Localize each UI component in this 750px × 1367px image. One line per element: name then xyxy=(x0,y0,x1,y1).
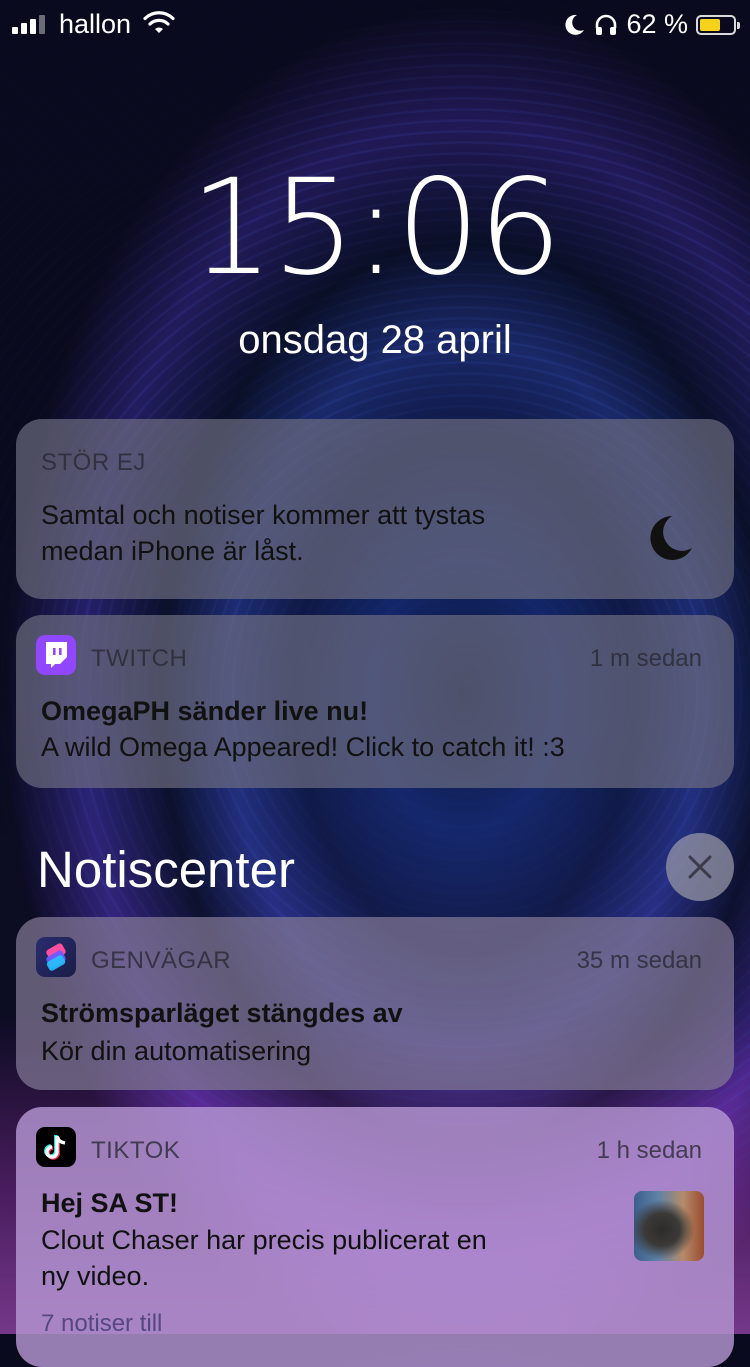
notification-body-line1: Clout Chaser har precis publicerat en xyxy=(41,1225,487,1255)
dnd-body-line2: medan iPhone är låst. xyxy=(41,536,304,566)
notification-body: Clout Chaser har precis publicerat en ny… xyxy=(41,1222,487,1294)
notification-time: 35 m sedan xyxy=(576,947,702,974)
notification-twitch[interactable]: TWITCH 1 m sedan OmegaPH sänder live nu!… xyxy=(16,615,734,788)
lock-screen-date: onsdag 28 april xyxy=(238,318,512,362)
twitch-icon xyxy=(36,635,76,675)
battery-percent: 62 % xyxy=(626,9,688,39)
notification-body: A wild Omega Appeared! Click to catch it… xyxy=(41,732,565,762)
clear-notifications-button[interactable] xyxy=(666,833,734,901)
notification-title: Strömsparläget stängdes av xyxy=(41,998,403,1028)
status-bar: hallon 62 % xyxy=(0,0,750,50)
notification-title: Hej SA ST! xyxy=(41,1188,179,1218)
notification-time: 1 h sedan xyxy=(596,1137,702,1164)
do-not-disturb-card[interactable]: STÖR EJ Samtal och notiser kommer att ty… xyxy=(16,419,734,599)
moon-icon xyxy=(565,14,585,35)
notification-genvagar[interactable]: GENVÄGAR 35 m sedan Strömsparläget stäng… xyxy=(16,917,734,1090)
notification-body: Kör din automatisering xyxy=(41,1036,312,1066)
notification-app-name: TWITCH xyxy=(91,645,188,672)
notification-center-title: Notiscenter xyxy=(37,841,295,898)
tiktok-icon xyxy=(36,1127,76,1167)
notification-time: 1 m sedan xyxy=(589,645,702,672)
dnd-body: Samtal och notiser kommer att tystas med… xyxy=(41,497,485,569)
dnd-label: STÖR EJ xyxy=(41,449,146,476)
notification-tiktok[interactable]: TIKTOK 1 h sedan Hej SA ST! Clout Chaser… xyxy=(16,1107,734,1367)
notification-app-name: TIKTOK xyxy=(91,1137,181,1164)
close-icon xyxy=(688,855,712,879)
battery-icon xyxy=(696,14,740,35)
signal-icon xyxy=(12,14,45,34)
shortcuts-icon xyxy=(36,937,76,977)
notification-body-line2: ny video. xyxy=(41,1261,150,1291)
notification-title: OmegaPH sänder live nu! xyxy=(41,696,369,726)
video-thumbnail xyxy=(634,1191,704,1261)
carrier-name: hallon xyxy=(59,9,132,39)
dnd-body-line1: Samtal och notiser kommer att tystas xyxy=(41,500,486,530)
battery-level-fill xyxy=(700,18,720,31)
lock-screen-time: 15:06 xyxy=(189,151,562,305)
wifi-icon xyxy=(143,11,175,33)
moon-icon xyxy=(650,516,692,560)
headphones-icon xyxy=(596,14,617,35)
notification-app-name: GENVÄGAR xyxy=(91,947,232,974)
